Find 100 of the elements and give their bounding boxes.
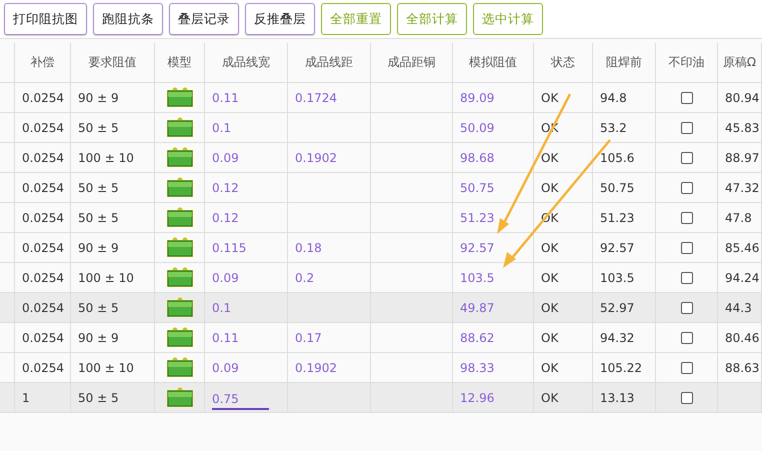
table-cell: 0.18 xyxy=(295,240,322,254)
column-header[interactable]: 成品线宽 xyxy=(205,43,288,82)
model-icon xyxy=(166,266,194,290)
column-header[interactable]: 成品距铜 xyxy=(371,43,453,82)
table-cell: 0.2 xyxy=(295,270,314,284)
table-cell: 0.1724 xyxy=(295,90,337,104)
table-cell: 0.0254 xyxy=(15,173,71,202)
table-cell: 0.11 xyxy=(212,330,239,344)
column-header[interactable]: 阻焊前 xyxy=(593,43,656,82)
column-header[interactable]: 要求阻值 xyxy=(71,43,155,82)
table-cell: 100 ± 10 xyxy=(71,353,155,382)
table-cell: 98.33 xyxy=(460,360,494,374)
table-cell: 44.3 xyxy=(725,300,752,314)
table-row[interactable]: 0.0254 100 ± 10 0.09 0.1902 98.33 OK 105.22 88.63 xyxy=(0,353,762,383)
checkbox[interactable] xyxy=(680,302,692,314)
table-cell: OK xyxy=(541,360,558,374)
table-cell: 51.23 xyxy=(460,210,494,224)
model-icon xyxy=(166,206,194,230)
table-cell: 105.6 xyxy=(600,150,634,164)
table-cell: 0.0254 xyxy=(15,353,71,382)
checkbox[interactable] xyxy=(680,92,692,104)
table-row[interactable]: 0.0254 100 ± 10 0.09 0.1902 98.68 OK 105.6 88.97 xyxy=(0,143,762,173)
table-cell: 0.12 xyxy=(212,180,239,194)
table-cell: 50 ± 5 xyxy=(71,203,155,232)
table-row[interactable]: 0.0254 100 ± 10 0.09 0.2 103.5 OK 103.5 94.24 xyxy=(0,263,762,293)
column-header[interactable]: 状态 xyxy=(534,43,593,82)
table-cell: 90 ± 9 xyxy=(71,233,155,262)
table-cell: 88.63 xyxy=(725,360,760,374)
table-cell: OK xyxy=(541,180,558,194)
toolbar-button[interactable]: 叠层记录 xyxy=(169,3,239,35)
table-cell: 47.8 xyxy=(725,210,752,224)
table-cell: 90 ± 9 xyxy=(71,323,155,352)
table-cell: 50 ± 5 xyxy=(71,293,155,322)
model-icon xyxy=(166,176,194,200)
table-cell: 100 ± 10 xyxy=(71,263,155,292)
checkbox[interactable] xyxy=(680,242,692,254)
model-icon xyxy=(166,326,194,350)
checkbox[interactable] xyxy=(680,212,692,224)
table-cell: 0.09 xyxy=(212,360,239,374)
table-row[interactable]: 0.0254 90 ± 9 0.11 0.17 88.62 OK 94.32 80.46 xyxy=(0,323,762,353)
table-cell: 0.115 xyxy=(212,240,246,254)
table-cell: OK xyxy=(541,390,558,404)
checkbox[interactable] xyxy=(680,362,692,374)
toolbar-button[interactable]: 反推叠层 xyxy=(245,3,315,35)
table-cell: 52.97 xyxy=(600,300,634,314)
table-cell: OK xyxy=(541,330,558,344)
table-cell: OK xyxy=(541,90,558,104)
table-cell: OK xyxy=(541,240,558,254)
table-cell: 105.22 xyxy=(600,360,642,374)
table-cell: 80.46 xyxy=(725,330,760,344)
checkbox[interactable] xyxy=(680,392,692,404)
table-cell: 50 ± 5 xyxy=(71,383,155,412)
table-cell: 47.32 xyxy=(725,180,760,194)
checkbox[interactable] xyxy=(680,152,692,164)
checkbox[interactable] xyxy=(680,272,692,284)
table-cell: 50.75 xyxy=(600,180,634,194)
table-cell: 85.46 xyxy=(725,240,760,254)
column-header[interactable]: 补偿 xyxy=(15,43,71,82)
model-icon xyxy=(166,146,194,170)
table-cell: 0.0254 xyxy=(15,323,71,352)
checkbox[interactable] xyxy=(680,122,692,134)
table-cell: 92.57 xyxy=(600,240,634,254)
column-header[interactable]: 原稿Ω xyxy=(718,43,762,82)
model-icon xyxy=(166,296,194,320)
column-header[interactable]: 成品线距 xyxy=(288,43,371,82)
table-cell: 89.09 xyxy=(460,90,494,104)
table-cell: 0.12 xyxy=(212,210,239,224)
table-cell: 0.1902 xyxy=(295,150,337,164)
table-row[interactable]: 0.0254 50 ± 5 0.12 50.75 OK 50.75 47.32 xyxy=(0,173,762,203)
table-cell: 1 xyxy=(15,383,71,412)
table-cell: 94.32 xyxy=(600,330,634,344)
model-icon xyxy=(166,356,194,380)
table-row[interactable]: 0.0254 50 ± 5 0.1 49.87 OK 52.97 44.3 xyxy=(0,293,762,323)
model-icon xyxy=(166,386,194,410)
checkbox[interactable] xyxy=(680,332,692,344)
table-cell: 53.2 xyxy=(600,120,627,134)
table-row[interactable]: 0.0254 90 ± 9 0.115 0.18 92.57 OK 92.57 85.46 xyxy=(0,233,762,263)
toolbar-button[interactable]: 跑阻抗条 xyxy=(93,3,163,35)
table-cell: 13.13 xyxy=(600,390,634,404)
table-cell: 80.94 xyxy=(725,90,760,104)
table-cell: 0.0254 xyxy=(15,113,71,142)
table-cell: 12.96 xyxy=(460,390,494,404)
table-cell: 0.0254 xyxy=(15,83,71,112)
model-icon xyxy=(166,236,194,260)
table-cell: 50.75 xyxy=(460,180,494,194)
table-cell: 0.09 xyxy=(212,270,239,284)
input-field[interactable]: 0.75 xyxy=(212,392,269,410)
column-header[interactable]: 模拟阻值 xyxy=(453,43,534,82)
table-cell: OK xyxy=(541,300,558,314)
toolbar-button[interactable]: 打印阻抗图 xyxy=(4,3,87,35)
table-cell: 0.17 xyxy=(295,330,322,344)
table-row[interactable]: 0.0254 90 ± 9 0.11 0.1724 89.09 OK 94.8 80.94 xyxy=(0,83,762,113)
column-header[interactable]: 不印油 xyxy=(656,43,718,82)
table-row[interactable]: 1 50 ± 5 0.75 12.96 OK 13.13 xyxy=(0,383,762,413)
table-cell: 0.09 xyxy=(212,150,239,164)
table-cell: 49.87 xyxy=(460,300,494,314)
column-header[interactable]: 模型 xyxy=(155,43,205,82)
table-cell: 0.1 xyxy=(212,300,232,314)
table-cell: 88.62 xyxy=(460,330,494,344)
checkbox[interactable] xyxy=(680,182,692,194)
